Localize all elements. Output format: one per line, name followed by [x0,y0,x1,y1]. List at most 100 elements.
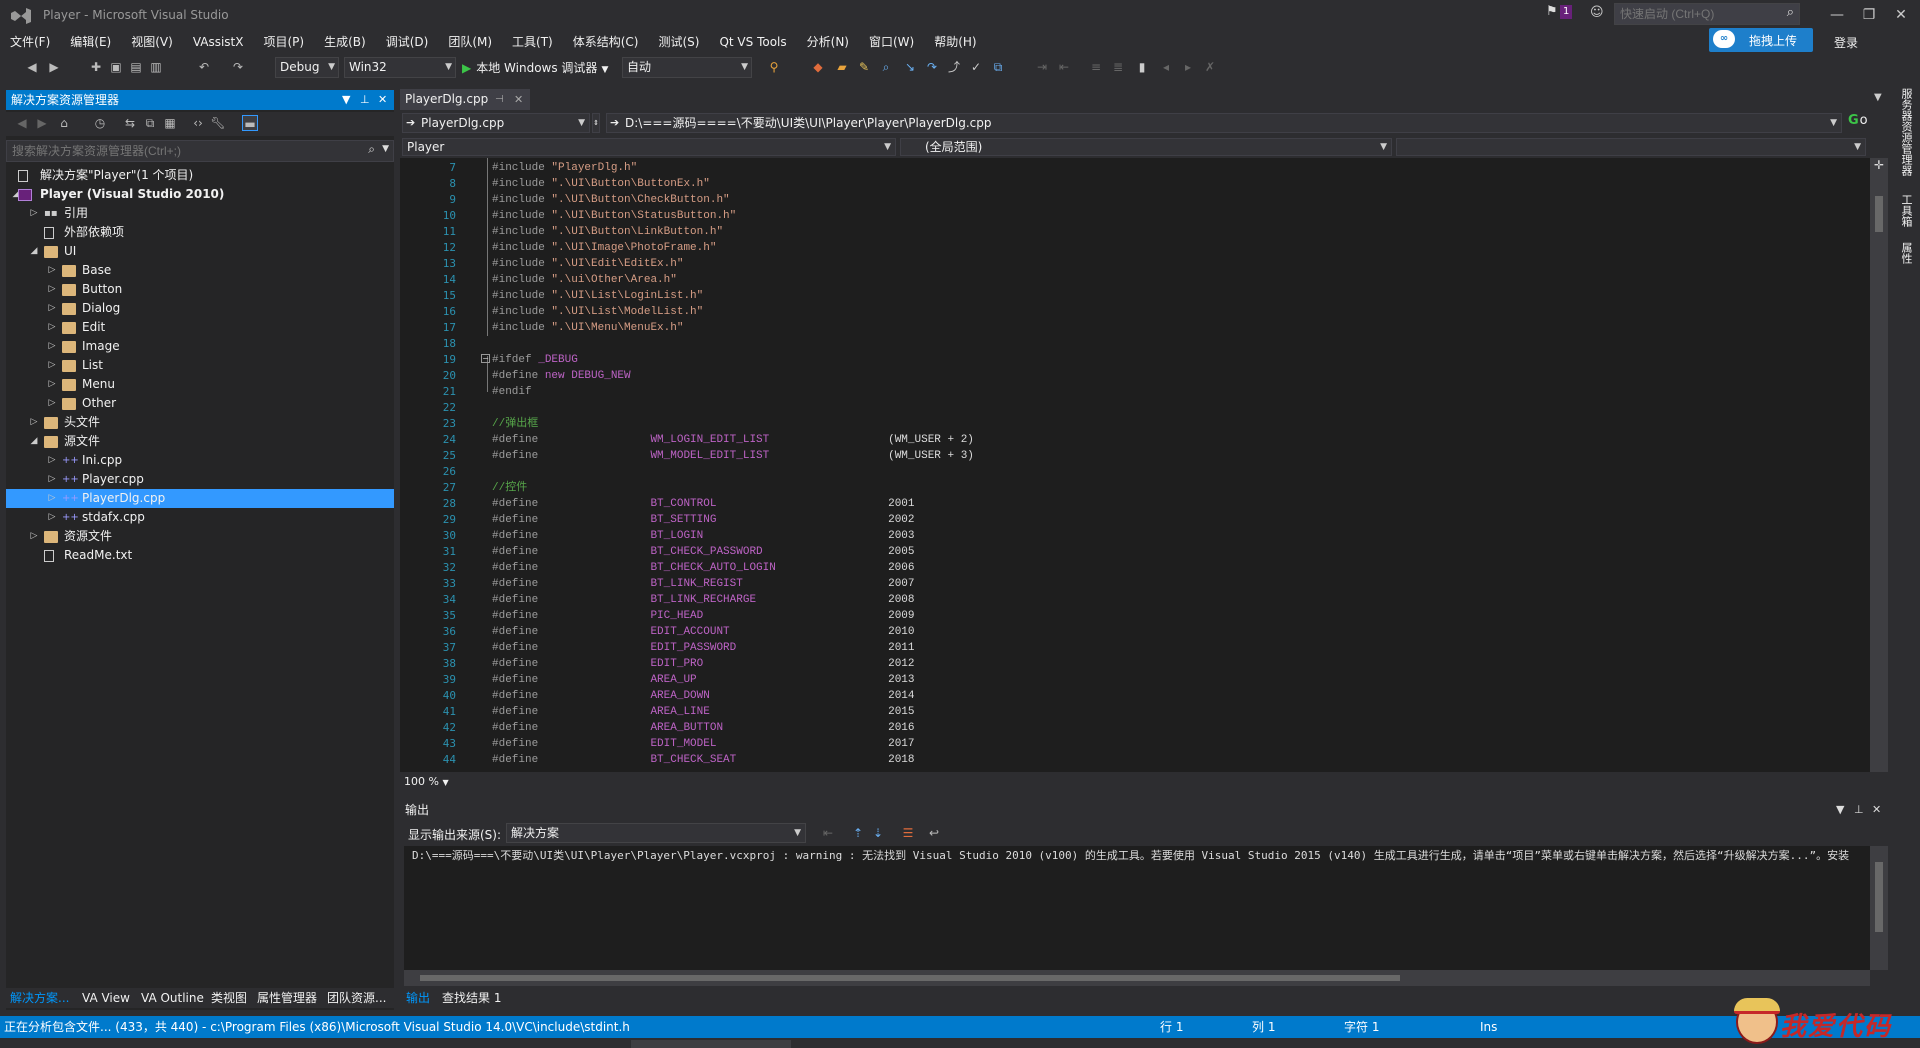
bookmark-folder-icon[interactable]: ▰ [834,59,850,75]
menu-window[interactable]: 窗口(W) [859,32,924,52]
step-out-icon[interactable]: ⤴ [946,59,962,75]
quick-launch-input[interactable] [1615,4,1775,24]
next-bookmark-icon[interactable]: ▸ [1180,59,1196,75]
panel-menu-icon[interactable]: ▼ [342,90,350,110]
menu-qt-vs-tools[interactable]: Qt VS Tools [709,32,796,52]
collapse-all-icon[interactable]: ⧉ [142,115,158,131]
tree-item[interactable]: ▷ ++ Ini.cpp [6,451,394,470]
debug-mode-select[interactable]: 自动 ▼ [622,57,752,78]
show-all-files-icon[interactable]: ▦ [162,115,178,131]
find-icon[interactable]: ⌕ [878,59,894,75]
close-icon[interactable]: ✕ [514,89,523,110]
project-scope-select[interactable]: Player ▼ [402,138,896,156]
global-scope-select[interactable]: (全局范围) ▼ [900,138,1392,156]
forward-icon[interactable]: ▶ [46,59,62,75]
menu-file[interactable]: 文件(F) [0,32,60,52]
tree-item[interactable]: ▷ ++ PlayerDlg.cpp [6,489,394,508]
tool-icon[interactable]: ◆ [810,59,826,75]
rail-properties[interactable]: 属性 [1898,242,1914,264]
tab-output[interactable]: 输出 [406,988,430,1008]
menu-architecture[interactable]: 体系结构(C) [563,32,649,52]
collapsed-arrow-icon[interactable]: ▷ [46,337,58,356]
clear-bookmarks-icon[interactable]: ✗ [1202,59,1218,75]
collapsed-arrow-icon[interactable]: ▷ [46,280,58,299]
tree-item[interactable]: 外部依赖项 [6,223,394,242]
menu-vassistx[interactable]: VAssistX [183,32,254,52]
bookmark-icon[interactable]: ▮ [1134,59,1150,75]
collapsed-arrow-icon[interactable]: ▷ [28,204,40,223]
find-in-files-icon[interactable]: ⚲ [766,59,782,75]
tree-item[interactable]: ReadMe.txt [6,546,394,565]
feedback-icon[interactable]: ☺ [1590,5,1608,23]
panel-menu-icon[interactable]: ▼ [1836,800,1844,820]
collapsed-arrow-icon[interactable]: ▷ [46,318,58,337]
tree-item[interactable]: ▷ Dialog [6,299,394,318]
prev-bookmark-icon[interactable]: ◂ [1158,59,1174,75]
solution-search[interactable]: ⌕ ▼ [6,140,394,162]
go-button[interactable]: GGoo [1848,113,1888,133]
uncomment-lines-icon[interactable]: ≣ [1110,59,1126,75]
step-over-icon[interactable]: ↷ [924,59,940,75]
platform-select[interactable]: Win32 ▼ [344,57,456,78]
back-icon[interactable]: ◀ [24,59,40,75]
tree-item[interactable]: ▷ List [6,356,394,375]
close-icon[interactable]: ✕ [378,90,387,110]
status-insert-mode[interactable]: Ins [1480,1016,1497,1038]
collapsed-arrow-icon[interactable]: ▷ [46,375,58,394]
tree-item[interactable]: ◢ UI [6,242,394,261]
view-code-icon[interactable]: ‹› [190,115,206,131]
menu-tools[interactable]: 工具(T) [502,32,563,52]
rail-toolbox[interactable]: 工具箱 [1898,194,1914,227]
open-file-icon[interactable]: ▣ [108,59,124,75]
undo-icon[interactable]: ↶ [196,59,212,75]
tree-item[interactable]: ◢ Player (Visual Studio 2010) [6,185,394,204]
preview-icon[interactable]: ▬ [242,115,258,131]
start-debugger-button[interactable]: ▶ 本地 Windows 调试器 ▼ [462,59,608,76]
menu-analyze[interactable]: 分析(N) [797,32,859,52]
tree-item[interactable]: ▷ 头文件 [6,413,394,432]
collapsed-arrow-icon[interactable]: ▷ [46,394,58,413]
scrollbar-thumb[interactable] [1875,862,1883,932]
tree-item[interactable]: 解决方案"Player"(1 个项目) [6,166,394,185]
minimize-button[interactable]: — [1820,4,1854,26]
tree-item[interactable]: ▷ 资源文件 [6,527,394,546]
scrollbar-thumb[interactable] [420,975,1400,981]
tree-item[interactable]: ▷ ++ Player.cpp [6,470,394,489]
tree-item[interactable]: ▷ Other [6,394,394,413]
expanded-arrow-icon[interactable]: ◢ [28,242,40,261]
step-into-icon[interactable]: ↘ [902,59,918,75]
menu-build[interactable]: 生成(B) [314,32,376,52]
clear-all-icon[interactable]: ☰ [900,825,916,841]
path-select[interactable]: ➔ D:\===源码====\不要动\UI类\UI\Player\Player\… [606,113,1842,133]
hex-icon[interactable]: ⧉ [990,59,1006,75]
home-icon[interactable]: ⌂ [56,115,72,131]
collapsed-arrow-icon[interactable]: ▷ [46,261,58,280]
editor-vertical-scrollbar[interactable] [1870,158,1888,772]
collapsed-arrow-icon[interactable]: ▷ [28,413,40,432]
notifications-button[interactable]: ⚑ 1 [1546,4,1576,24]
collapsed-arrow-icon[interactable]: ▷ [28,527,40,546]
tree-item[interactable]: ▷ ▪▪ 引用 [6,204,394,223]
new-project-icon[interactable]: ✚ [88,59,104,75]
tree-item[interactable]: ▷ Button [6,280,394,299]
tab-overflow-icon[interactable]: ▼ [1874,92,1882,103]
go-to-next-message-icon[interactable]: ⇡ [850,825,866,841]
zoom-select[interactable]: 100 % ▼ [402,774,462,789]
tree-item[interactable]: ▷ Menu [6,375,394,394]
expanded-arrow-icon[interactable]: ◢ [28,432,40,451]
tab-team-explorer[interactable]: 团队资源... [327,988,386,1008]
search-icon[interactable]: ⌕ [368,142,375,157]
tab-solution-explorer[interactable]: 解决方案... [10,988,69,1008]
maximize-button[interactable]: ❐ [1852,4,1886,26]
tree-item[interactable]: ▷ Image [6,337,394,356]
member-select[interactable]: ▼ [1396,138,1866,156]
outdent-icon[interactable]: ⇤ [1056,59,1072,75]
collapsed-arrow-icon[interactable]: ▷ [46,470,58,489]
tree-item[interactable]: ▷ Base [6,261,394,280]
pin-icon[interactable]: ⊥ [360,90,370,110]
sync-icon[interactable]: ⇆ [122,115,138,131]
collapsed-arrow-icon[interactable]: ▷ [46,356,58,375]
redo-icon[interactable]: ↷ [230,59,246,75]
menu-debug[interactable]: 调试(D) [376,32,439,52]
output-text-area[interactable]: D:\===源码===\不要动\UI类\UI\Player\Player\Pla… [404,846,1870,970]
